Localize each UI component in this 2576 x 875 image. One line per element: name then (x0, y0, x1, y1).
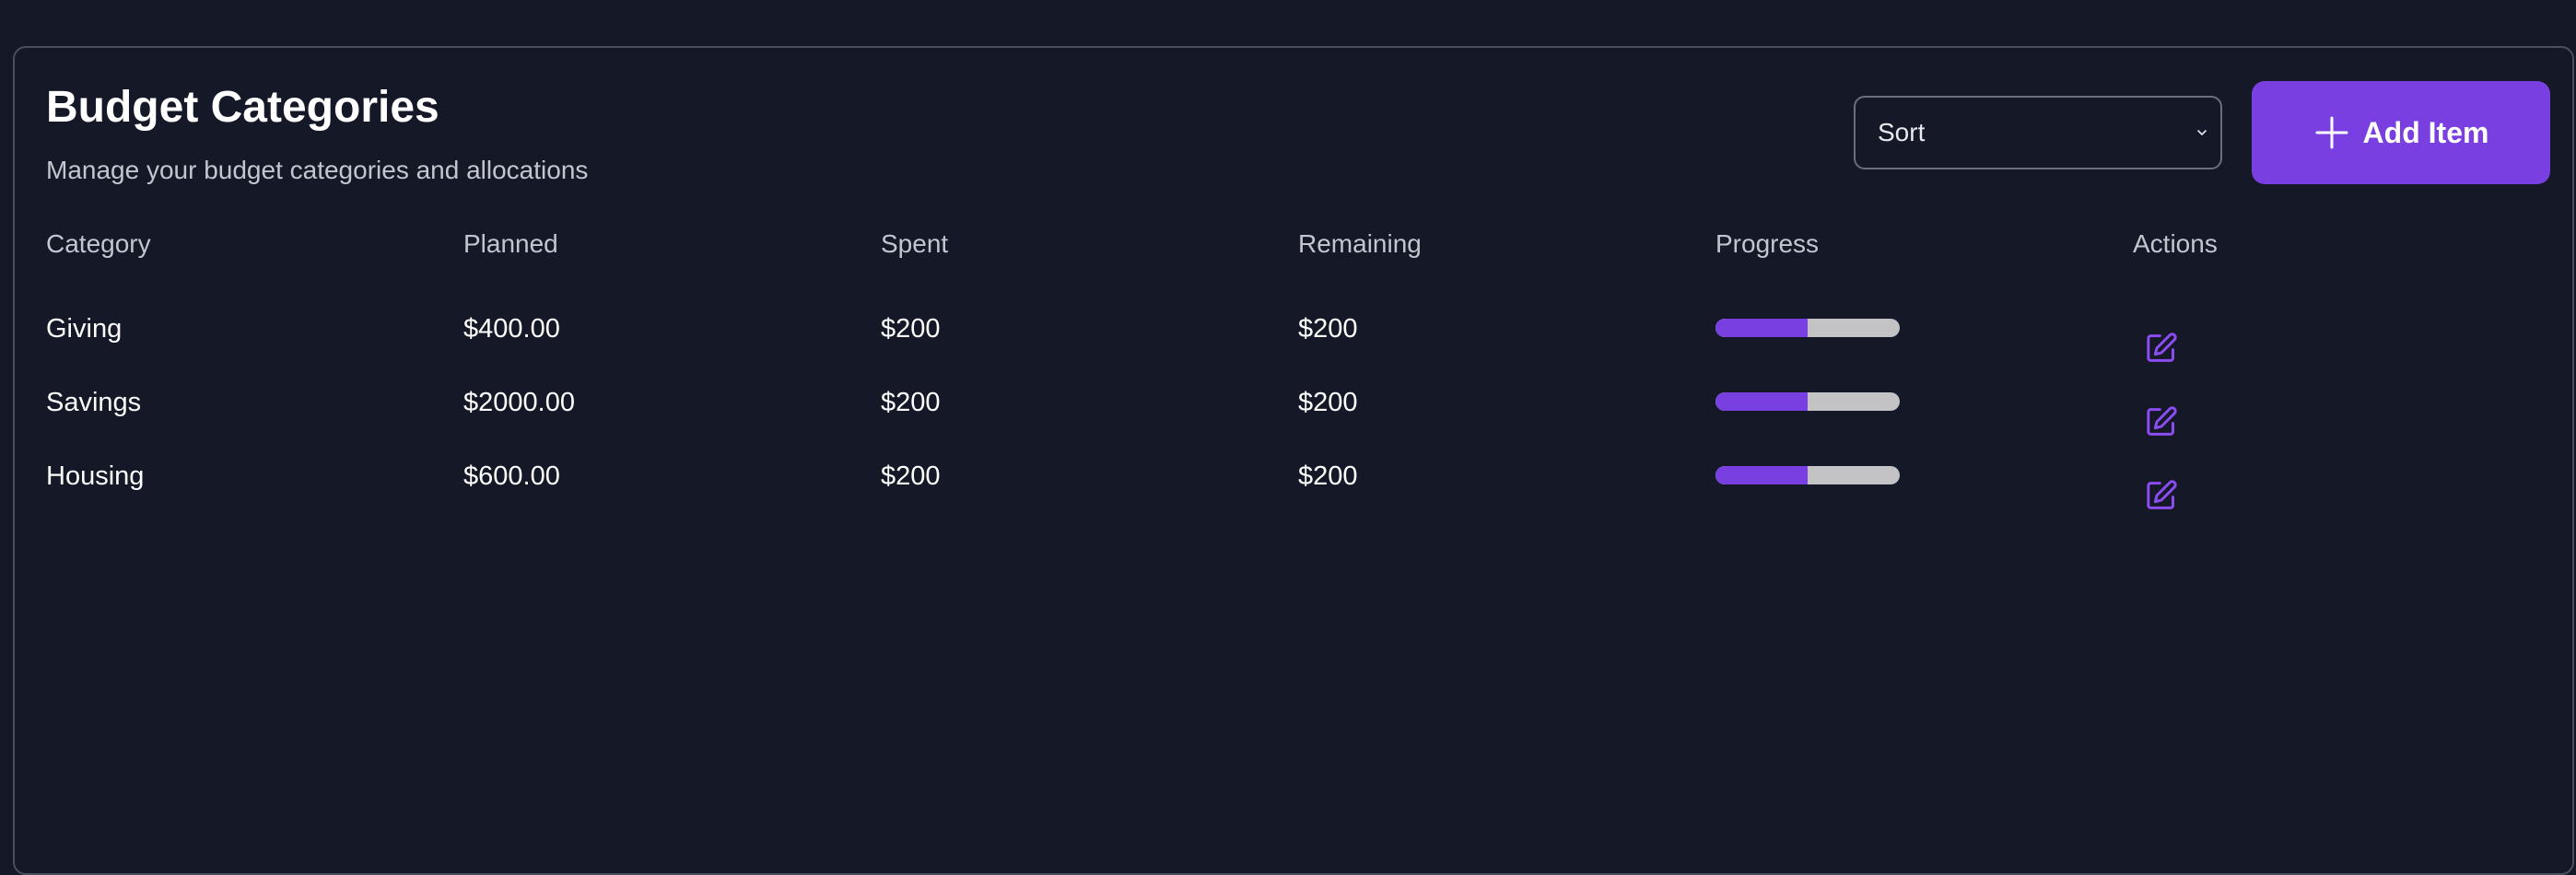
edit-icon[interactable] (2143, 330, 2180, 367)
column-header-actions: Actions (2133, 229, 2218, 258)
category-cell: Giving (46, 314, 123, 344)
category-cell: Savings (46, 388, 142, 417)
progress-fill (1715, 392, 1808, 411)
remaining-cell: $200 (1298, 461, 1358, 491)
progress-bar (1715, 392, 1900, 411)
budget-categories-panel: Budget Categories Manage your budget cat… (13, 46, 2574, 875)
column-header-category: Category (46, 229, 151, 258)
spent-cell: $200 (881, 461, 941, 491)
page-subtitle: Manage your budget categories and alloca… (46, 156, 589, 184)
planned-cell: $600.00 (463, 461, 560, 491)
spent-cell: $200 (881, 388, 941, 417)
page-title: Budget Categories (46, 83, 439, 132)
edit-icon[interactable] (2143, 477, 2180, 514)
remaining-cell: $200 (1298, 388, 1358, 417)
column-header-spent: Spent (881, 229, 949, 258)
progress-bar (1715, 466, 1900, 484)
spent-cell: $200 (881, 314, 941, 344)
plus-icon (2315, 116, 2348, 149)
planned-cell: $400.00 (463, 314, 560, 344)
chevron-down-icon (2197, 130, 2207, 135)
sort-select-value: Sort (1878, 118, 1926, 146)
add-item-label: Add Item (2362, 115, 2489, 149)
progress-fill (1715, 466, 1808, 484)
sort-select[interactable]: Sort (1854, 96, 2222, 169)
edit-icon[interactable] (2143, 403, 2180, 440)
remaining-cell: $200 (1298, 314, 1358, 344)
column-header-planned: Planned (463, 229, 558, 258)
column-header-progress: Progress (1715, 229, 1820, 258)
category-cell: Housing (46, 461, 145, 491)
progress-bar (1715, 319, 1900, 337)
planned-cell: $2000.00 (463, 388, 575, 417)
add-item-button[interactable]: Add Item (2252, 81, 2550, 184)
column-header-remaining: Remaining (1298, 229, 1422, 258)
progress-fill (1715, 319, 1808, 337)
